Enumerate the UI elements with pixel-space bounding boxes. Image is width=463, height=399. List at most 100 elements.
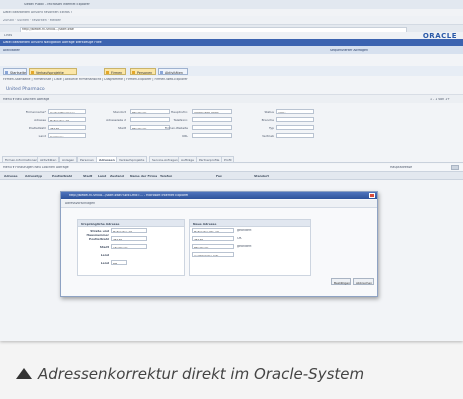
list-toolbar-buttons[interactable]: Menü ▾ Hinzufügen Neu Löschen Abfrage — [3, 166, 69, 169]
app-nav-bar[interactable]: Datei Bearbeiten Ansicht Navigation Abfr… — [0, 39, 463, 46]
browser-menu[interactable]: Datei Bearbeiten Ansicht Favoriten Extra… — [3, 11, 72, 14]
tab-startseite[interactable]: Startseite — [3, 68, 27, 75]
tab-anlagen[interactable]: Anlagen — [59, 156, 78, 162]
tab-label: Personen — [137, 70, 153, 75]
column-header[interactable]: Land — [98, 174, 106, 178]
sales-field[interactable] — [276, 133, 314, 138]
tab-service-anfragen[interactable]: Service-Anfragen — [149, 156, 181, 162]
tab-auftraege[interactable]: Aufträge — [178, 156, 197, 162]
phone-field[interactable]: (0000) 555-0000 — [192, 109, 232, 114]
app-toolbar[interactable]: Aktivitäten Sequenzierter Abfragen — [0, 46, 463, 54]
status-select[interactable]: Aktiv — [276, 109, 314, 114]
tab-firmen-info[interactable]: Firmen-Informationen — [2, 156, 41, 162]
account-form: Firmenname* United Pharmaco Adresse Hofg… — [0, 107, 463, 157]
dialog-subheader: Adressvorschlägen — [61, 200, 377, 208]
tab-profil[interactable]: Profil — [221, 156, 235, 162]
tab-personen[interactable]: Personen — [130, 68, 156, 75]
field-label: Branche — [261, 118, 274, 122]
column-header[interactable]: Postleitzahl — [52, 174, 72, 178]
country-select[interactable]: Germany — [48, 133, 86, 138]
tab-verkaufsprojekte[interactable]: Verkaufsprojekte — [29, 68, 77, 75]
type-select[interactable] — [276, 125, 314, 130]
links-label[interactable]: Links — [4, 34, 12, 37]
new-city[interactable]: Pforzheim — [192, 244, 234, 249]
column-header[interactable]: Standort — [254, 174, 269, 178]
record-counter: 1 - 1 von 1+ — [430, 97, 450, 101]
field-label: Telefaxnr. — [173, 118, 188, 122]
window-title: Siebel Public - Microsoft Internet Explo… — [24, 3, 90, 6]
tab-label: Startseite — [10, 70, 27, 75]
orig-country: DE — [111, 260, 127, 265]
app-nav-menu[interactable]: Datei Bearbeiten Ansicht Navigation Abfr… — [3, 41, 102, 44]
field-label: URL — [182, 134, 188, 138]
url-field[interactable] — [192, 133, 232, 138]
field-label: Hauptrufnr. — [170, 110, 188, 114]
folder-icon — [132, 70, 135, 74]
list-toolbar-right: Hauptadresse — [390, 166, 413, 169]
record-toolbar[interactable]: Menü ▾ Neu Löschen Abfrage 1 - 1 von 1+ — [0, 94, 463, 103]
links-bar: Links — [0, 32, 463, 39]
new-zip[interactable]: 75175 — [192, 236, 234, 241]
caption: Adressenkorrektur direkt im Oracle-Syste… — [16, 365, 456, 385]
column-header[interactable]: Fax — [216, 174, 222, 178]
accept-button[interactable]: Bestätigen — [331, 278, 351, 285]
website-field[interactable] — [192, 125, 232, 130]
dialog-subtitle: Adressvorschlägen — [65, 202, 96, 205]
field-label: Vertrieb — [262, 134, 274, 138]
app-toolbar-left[interactable]: Aktivitäten — [3, 49, 20, 52]
dialog-title-bar[interactable]: http://siebel.fli-srv08.../start.swe?SWE… — [61, 192, 377, 199]
industry-field[interactable] — [276, 117, 314, 122]
field-label: Standort — [113, 110, 126, 114]
dialog-title: http://siebel.fli-srv08.../start.swe?SWE… — [69, 194, 189, 197]
orig-zip: 75175 — [111, 236, 147, 241]
tab-aktivitaeten-sub[interactable]: Aktivitäten — [37, 156, 60, 162]
window-title-bar: Siebel Public - Microsoft Internet Explo… — [0, 0, 463, 9]
record-toolbar-buttons[interactable]: Menü ▾ Neu Löschen Abfrage — [3, 98, 49, 101]
triangle-up-icon — [16, 368, 32, 379]
close-icon[interactable] — [369, 193, 375, 198]
original-address-heading: Ursprüngliche Adresse — [78, 220, 184, 227]
app-toolbar-right[interactable]: Sequenzierter Abfragen — [330, 49, 368, 52]
fax-field[interactable] — [192, 117, 232, 122]
screenshot: Siebel Public - Microsoft Internet Explo… — [0, 0, 463, 341]
browser-toolbar[interactable]: Zurück · Suchen · Favoriten · Medien — [0, 16, 463, 24]
name-input[interactable]: United Pharmaco — [48, 109, 86, 114]
tab-adressen[interactable]: Adressen — [96, 156, 118, 162]
row-label: Land — [100, 253, 109, 257]
home-icon — [5, 70, 8, 74]
field-label: Typ — [268, 126, 274, 130]
address-field[interactable]: Hofgarten 10 — [48, 117, 86, 122]
tab-label: Firmen — [111, 70, 123, 75]
tab-aktivitaeten[interactable]: Aktivitäten — [158, 68, 188, 75]
new-street[interactable]: Hofgarten Str. 10 — [192, 228, 234, 233]
tab-verkaufsprojekte-sub[interactable]: Verkaufsprojekte — [116, 156, 148, 162]
browser-toolbar-label[interactable]: Zurück · Suchen · Favoriten · Medien — [3, 19, 61, 22]
cancel-button[interactable]: Abbrechen — [353, 278, 374, 285]
column-header[interactable]: Name der Firma — [130, 174, 157, 178]
column-header[interactable]: Zustand — [110, 174, 124, 178]
orig-street: Hofgarten 10 — [111, 228, 147, 233]
subtab-bar[interactable]: Firmen-Startseite | Firmenliste | Liste … — [0, 77, 463, 83]
calendar-icon — [160, 70, 163, 74]
browser-menu-bar[interactable]: Datei Bearbeiten Ansicht Favoriten Extra… — [0, 9, 463, 16]
column-header[interactable]: Adresse — [4, 174, 18, 178]
details-link[interactable]: Ausführliche Info — [192, 252, 234, 257]
row-label: Land — [100, 261, 109, 265]
row-label: Straße und Hausnummer — [86, 229, 110, 237]
status-badge: OK — [237, 237, 242, 240]
address-list-toolbar[interactable]: Menü ▾ Hinzufügen Neu Löschen Abfrage Ha… — [0, 164, 463, 171]
column-header[interactable]: Adresstyp — [25, 174, 42, 178]
zip-field[interactable]: 75175 — [48, 125, 86, 130]
tab-label: Verkaufsprojekte — [36, 70, 64, 75]
folder-icon — [106, 70, 109, 74]
row-label: Postleitzahl — [89, 237, 109, 241]
field-label: Firmenname* — [25, 110, 46, 114]
go-button[interactable] — [451, 165, 459, 170]
status-badge: geändert — [237, 245, 252, 248]
subtab-links[interactable]: Firmen-Startseite | Firmenliste | Liste … — [3, 78, 188, 81]
column-header[interactable]: Telefon — [160, 174, 172, 178]
column-header[interactable]: Stadt — [83, 174, 92, 178]
tab-partnerprofile[interactable]: Partnerprofile — [196, 156, 223, 162]
tab-firmen[interactable]: Firmen — [104, 68, 126, 75]
tab-personen-sub[interactable]: Personen — [77, 156, 97, 162]
